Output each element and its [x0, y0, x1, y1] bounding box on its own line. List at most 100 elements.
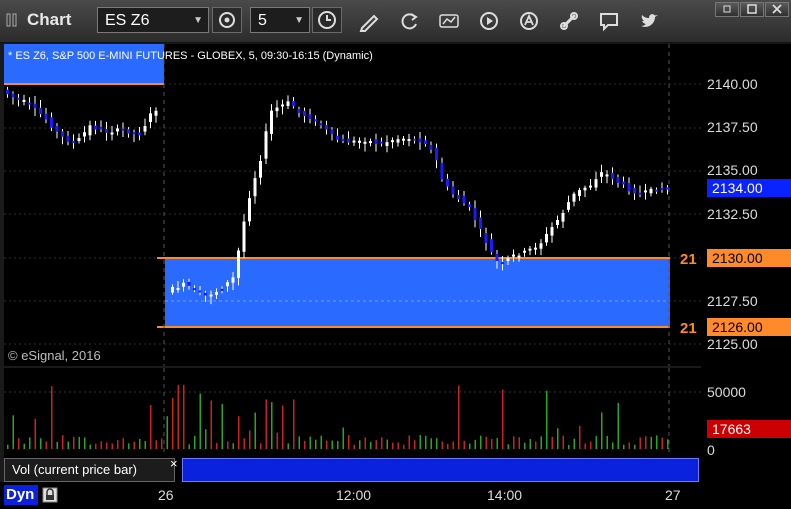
- candle-body: [341, 138, 345, 141]
- volume-bar: [133, 441, 135, 449]
- volume-chart: [4, 368, 701, 456]
- candle-body: [633, 187, 636, 194]
- volume-pane[interactable]: [4, 368, 701, 456]
- lock-icon[interactable]: [42, 487, 58, 503]
- line-marker-upper: 21: [680, 251, 697, 268]
- volume-bar: [326, 440, 328, 449]
- volume-bars: [7, 384, 669, 449]
- candle-body: [154, 110, 158, 116]
- chart-header: * ES Z6, S&P 500 E-MINI FUTURES - GLOBEX…: [8, 50, 373, 62]
- candle-body: [215, 291, 218, 295]
- chat-icon[interactable]: [598, 10, 620, 32]
- symbol-select[interactable]: ES Z6 ▼: [97, 7, 209, 33]
- volume-bar: [546, 390, 548, 449]
- candle-body: [435, 147, 438, 161]
- candle-body: [270, 110, 273, 134]
- candle-body: [314, 119, 317, 122]
- maximize-button[interactable]: [740, 2, 764, 17]
- candle-body: [176, 288, 180, 291]
- link-icon[interactable]: [558, 10, 580, 32]
- play-icon[interactable]: [478, 10, 500, 32]
- close-icon: [772, 4, 782, 14]
- volume-bar: [62, 435, 64, 449]
- candle-body: [556, 219, 559, 225]
- candle-body: [237, 250, 240, 279]
- lower-line-price-tag: 2126.00: [707, 318, 791, 336]
- candle-body: [292, 101, 295, 107]
- dynamic-mode-label[interactable]: Dyn: [4, 485, 38, 505]
- volume-bar: [408, 435, 410, 449]
- volume-bar: [529, 438, 531, 449]
- refresh-icon[interactable]: [398, 10, 420, 32]
- candle-body: [457, 194, 460, 200]
- candle-body: [545, 233, 548, 243]
- clock-icon: [318, 11, 336, 29]
- volume-tick: 50000: [707, 384, 746, 400]
- candle-body: [182, 282, 185, 287]
- price-chart[interactable]: * ES Z6, S&P 500 E-MINI FUTURES - GLOBEX…: [4, 44, 701, 366]
- volume-study-label[interactable]: Vol (current price bar): [4, 458, 175, 482]
- volume-bar: [403, 444, 405, 449]
- volume-bar: [155, 440, 157, 449]
- candle-body: [644, 190, 647, 193]
- alert-icon[interactable]: [518, 10, 540, 32]
- price-tick: 2137.50: [707, 119, 758, 135]
- close-button[interactable]: [765, 2, 789, 17]
- candle-body: [473, 208, 477, 221]
- chart-type-icon[interactable]: [438, 10, 460, 32]
- restore-button[interactable]: [715, 2, 739, 17]
- volume-bar: [540, 436, 542, 449]
- candle-body: [506, 258, 510, 261]
- price-tick: 2125.00: [707, 336, 758, 352]
- volume-bar: [458, 385, 460, 449]
- volume-bar: [667, 439, 669, 449]
- volume-bar: [524, 442, 526, 449]
- volume-bar: [353, 444, 355, 449]
- volume-bar: [441, 441, 443, 449]
- volume-bar: [293, 399, 295, 449]
- upper-line-price-tag: 2130.00: [707, 249, 791, 267]
- price-zone[interactable]: [165, 258, 670, 327]
- volume-bar: [18, 438, 20, 449]
- interval-select[interactable]: 5 ▼: [250, 7, 310, 33]
- volume-bar: [650, 436, 652, 449]
- price-pane[interactable]: * ES Z6, S&P 500 E-MINI FUTURES - GLOBEX…: [4, 44, 701, 366]
- volume-bar: [491, 438, 493, 449]
- volume-label-highlight: [182, 458, 699, 482]
- candle-body: [319, 123, 323, 126]
- volume-bar: [557, 428, 559, 449]
- candle-body: [583, 187, 587, 191]
- volume-bar: [51, 386, 53, 449]
- candle-body: [55, 126, 59, 132]
- time-label: 26: [158, 487, 174, 503]
- candle-body: [39, 107, 42, 115]
- candle-body: [259, 160, 262, 178]
- symbol-settings-button[interactable]: [212, 7, 242, 33]
- volume-label-bar: Vol (current price bar) ×: [4, 456, 701, 482]
- twitter-icon[interactable]: [638, 10, 660, 32]
- candle-body: [589, 185, 592, 188]
- candle-body: [242, 221, 246, 252]
- interval-clock-button[interactable]: [312, 7, 342, 33]
- candle-body: [495, 253, 499, 261]
- candle-body: [209, 294, 213, 297]
- candle-body: [539, 243, 543, 249]
- close-study-icon[interactable]: ×: [170, 456, 178, 471]
- candle-body: [138, 132, 141, 136]
- volume-bar: [507, 444, 509, 449]
- time-axis[interactable]: Dyn 26 12:00 14:00 27: [0, 482, 791, 509]
- chevron-down-icon: ▼: [294, 15, 304, 26]
- candle-body: [226, 282, 229, 287]
- volume-bar: [606, 435, 608, 449]
- candle-body: [88, 125, 92, 136]
- candle-body: [187, 281, 191, 286]
- pencil-icon[interactable]: [358, 10, 380, 32]
- candle-body: [567, 202, 570, 210]
- candle-body: [105, 129, 108, 133]
- volume-bar: [100, 441, 102, 449]
- candle-body: [572, 193, 576, 202]
- volume-bar: [480, 435, 482, 449]
- price-axis[interactable]: 2140.00 2137.50 2135.00 2132.50 2127.50 …: [701, 44, 791, 482]
- candle-body: [363, 141, 367, 144]
- volume-bar: [397, 442, 399, 449]
